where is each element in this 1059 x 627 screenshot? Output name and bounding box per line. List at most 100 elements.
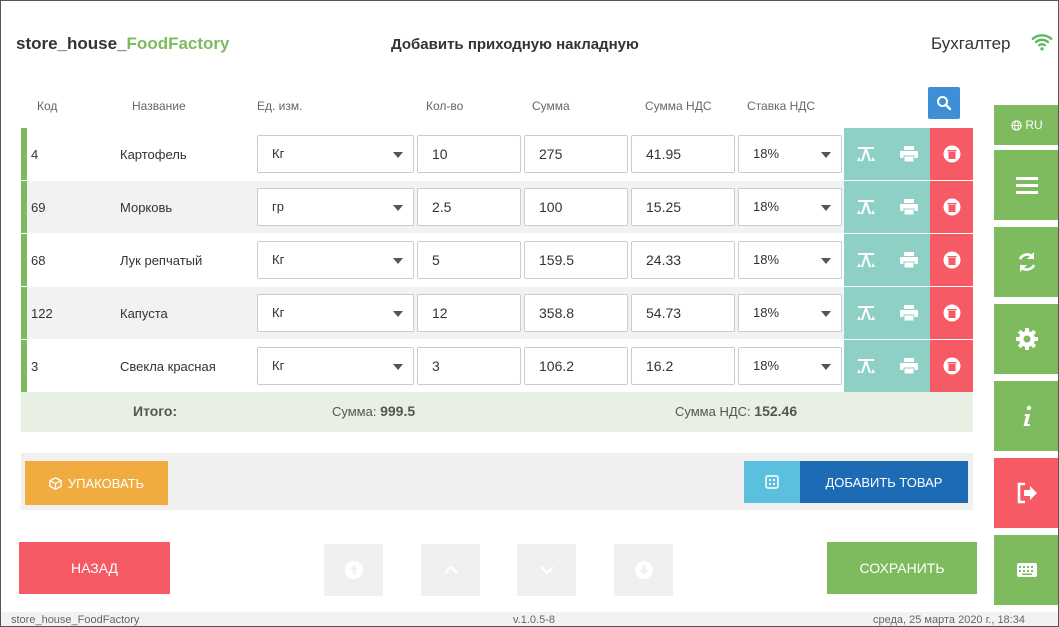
caret-down-icon — [393, 152, 403, 158]
totals-label: Итого: — [133, 403, 178, 419]
pack-button[interactable]: УПАКОВАТЬ — [25, 461, 168, 505]
scale-button[interactable] — [844, 128, 887, 180]
action-toolbar: УПАКОВАТЬ ДОБАВИТЬ ТОВАР — [21, 453, 973, 510]
settings-button[interactable] — [994, 304, 1058, 374]
totals-vat-value: 152.46 — [754, 403, 798, 419]
header: store_house_FoodFactory Добавить приходн… — [1, 1, 1058, 81]
barcode-button[interactable] — [744, 461, 800, 503]
sync-button[interactable] — [994, 227, 1058, 297]
unit-value: Кг — [272, 305, 285, 320]
table-row[interactable]: 4 Картофель Кг 10 275 41.95 18% — [21, 128, 973, 180]
footer-version: v.1.0.5-8 — [513, 614, 555, 626]
back-button[interactable]: НАЗАД — [19, 542, 170, 594]
scale-button[interactable] — [844, 340, 887, 392]
search-button[interactable] — [928, 87, 960, 119]
scale-icon — [856, 253, 875, 268]
app-title: store_house_FoodFactory — [16, 34, 230, 54]
unit-select[interactable]: Кг — [257, 347, 414, 385]
save-button[interactable]: СОХРАНИТЬ — [827, 542, 977, 594]
info-icon — [1023, 405, 1032, 426]
vat-rate-select[interactable]: 18% — [738, 135, 842, 173]
vat-rate-select[interactable]: 18% — [738, 294, 842, 332]
col-header-unit: Ед. изм. — [257, 99, 303, 113]
print-button[interactable] — [887, 234, 930, 286]
page-up-button[interactable] — [421, 544, 480, 596]
vat-sum-input[interactable]: 24.33 — [631, 241, 735, 279]
logout-button[interactable] — [994, 458, 1058, 528]
vat-rate-select[interactable]: 18% — [738, 241, 842, 279]
cell-name: Картофель — [120, 147, 187, 162]
caret-down-icon — [821, 205, 831, 211]
keyboard-button[interactable] — [994, 535, 1058, 605]
vat-sum-input[interactable]: 15.25 — [631, 188, 735, 226]
vat-rate-select[interactable]: 18% — [738, 188, 842, 226]
vat-rate-value: 18% — [753, 199, 780, 214]
vat-rate-select[interactable]: 18% — [738, 347, 842, 385]
table-row[interactable]: 122 Капуста Кг 12 358.8 54.73 18% — [21, 287, 973, 339]
sum-input[interactable]: 159.5 — [524, 241, 628, 279]
cell-name: Свекла красная — [120, 359, 216, 374]
status-bar: store_house_FoodFactory v.1.0.5-8 среда,… — [1, 612, 1058, 626]
sum-input[interactable]: 106.2 — [524, 347, 628, 385]
trash-icon — [943, 357, 960, 375]
scale-button[interactable] — [844, 234, 887, 286]
menu-button[interactable] — [994, 150, 1058, 220]
cell-code: 68 — [31, 253, 46, 268]
cell-code: 122 — [31, 306, 53, 321]
footer-app-name: store_house_FoodFactory — [11, 614, 140, 626]
delete-button[interactable] — [930, 181, 973, 233]
add-item-button[interactable]: ДОБАВИТЬ ТОВАР — [800, 461, 968, 503]
info-button[interactable] — [994, 381, 1058, 451]
row-marker — [21, 340, 27, 392]
print-icon — [899, 305, 918, 321]
vat-sum-input[interactable]: 16.2 — [631, 347, 735, 385]
cell-name: Лук репчатый — [120, 253, 203, 268]
print-button[interactable] — [887, 128, 930, 180]
qty-input[interactable]: 10 — [417, 135, 521, 173]
vat-rate-value: 18% — [753, 146, 780, 161]
qty-input[interactable]: 12 — [417, 294, 521, 332]
unit-select[interactable]: гр — [257, 188, 414, 226]
totals-vat-label: Сумма НДС: — [675, 404, 751, 419]
delete-button[interactable] — [930, 287, 973, 339]
table-row[interactable]: 69 Морковь гр 2.5 100 15.25 18% — [21, 181, 973, 233]
vat-sum-input[interactable]: 41.95 — [631, 135, 735, 173]
table-row[interactable]: 68 Лук репчатый Кг 5 159.5 24.33 18% — [21, 234, 973, 286]
print-button[interactable] — [887, 181, 930, 233]
user-role: Бухгалтер — [931, 34, 1011, 53]
language-button[interactable]: RU — [994, 105, 1058, 145]
qty-input[interactable]: 2.5 — [417, 188, 521, 226]
scale-button[interactable] — [844, 181, 887, 233]
sum-input[interactable]: 100 — [524, 188, 628, 226]
print-icon — [899, 146, 918, 162]
unit-value: Кг — [272, 146, 285, 161]
print-icon — [899, 358, 918, 374]
scale-icon — [856, 306, 875, 321]
unit-select[interactable]: Кг — [257, 294, 414, 332]
print-button[interactable] — [887, 287, 930, 339]
scale-button[interactable] — [844, 287, 887, 339]
unit-select[interactable]: Кг — [257, 135, 414, 173]
scroll-top-button[interactable] — [324, 544, 383, 596]
sum-input[interactable]: 358.8 — [524, 294, 628, 332]
table-row[interactable]: 3 Свекла красная Кг 3 106.2 16.2 18% — [21, 340, 973, 392]
print-button[interactable] — [887, 340, 930, 392]
totals-vat: Сумма НДС: 152.46 — [675, 403, 797, 419]
chevron-up-icon — [443, 565, 458, 574]
vat-sum-input[interactable]: 54.73 — [631, 294, 735, 332]
scroll-bottom-button[interactable] — [614, 544, 673, 596]
totals-sum-value: 999.5 — [380, 403, 416, 419]
delete-button[interactable] — [930, 234, 973, 286]
chevron-down-icon — [539, 566, 554, 575]
sum-input[interactable]: 275 — [524, 135, 628, 173]
keyboard-icon — [1017, 563, 1037, 577]
qty-input[interactable]: 5 — [417, 241, 521, 279]
trash-icon — [943, 304, 960, 322]
page-down-button[interactable] — [517, 544, 576, 596]
delete-button[interactable] — [930, 340, 973, 392]
qty-input[interactable]: 3 — [417, 347, 521, 385]
pack-button-label: УПАКОВАТЬ — [67, 475, 145, 491]
unit-select[interactable]: Кг — [257, 241, 414, 279]
delete-button[interactable] — [930, 128, 973, 180]
caret-down-icon — [821, 152, 831, 158]
